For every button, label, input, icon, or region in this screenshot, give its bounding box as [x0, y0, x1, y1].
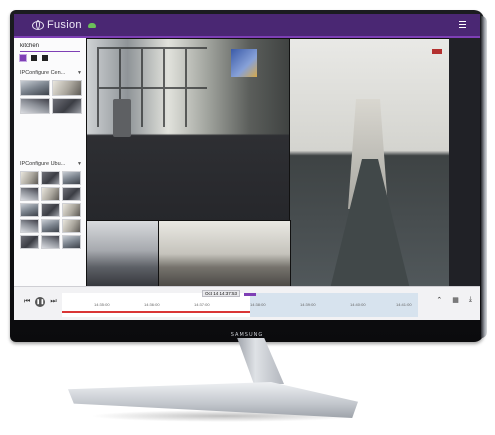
camera-scene-bin	[113, 99, 131, 137]
server-group-1[interactable]: IPConfigure Cen... ▼	[20, 69, 82, 77]
server-group-label: IPConfigure Ubu...	[20, 161, 66, 167]
app-logo[interactable]: Fusion	[32, 18, 96, 32]
camera-search-input[interactable]	[20, 41, 80, 52]
camera-thumbnails-group-1	[20, 80, 82, 114]
monitor-stand-neck	[237, 338, 284, 384]
camera-thumbnail[interactable]	[20, 80, 50, 96]
camera-scene-painting	[231, 49, 257, 77]
current-time-label: Oct 14 14:37:53	[202, 290, 241, 297]
view-mode-toolbar	[19, 54, 48, 62]
chevron-down-icon[interactable]: ▼	[77, 70, 82, 76]
camera-scene-floor	[330, 159, 410, 287]
video-pane-empty	[449, 38, 480, 286]
hamburger-menu-icon[interactable]	[459, 21, 466, 28]
camera-thumbnail[interactable]	[62, 171, 81, 185]
timeline-tick: 14:40:00	[350, 302, 366, 307]
monitor-bezel-edge	[481, 16, 487, 338]
timeline-tick: 14:41:00	[396, 302, 412, 307]
camera-thumbnail[interactable]	[52, 98, 82, 114]
timeline-tick: 14:37:00	[194, 302, 210, 307]
camera-thumbnail[interactable]	[62, 235, 81, 249]
grid-view-button[interactable]	[19, 54, 27, 62]
chevron-down-icon[interactable]: ▼	[77, 161, 82, 167]
timeline-tick: 14:35:00	[94, 302, 110, 307]
camera-thumbnail[interactable]	[41, 187, 60, 201]
timeline-right-controls: ⌃ ▦ ⤓	[436, 296, 472, 304]
app-header: Fusion	[14, 14, 480, 36]
chevron-up-icon[interactable]: ⌃	[436, 296, 442, 304]
monitor-brand: SAMSUNG	[230, 332, 264, 338]
cloud-status-icon[interactable]	[87, 22, 96, 28]
camera-thumbnail[interactable]	[20, 235, 39, 249]
timeline-tick: 14:36:00	[144, 302, 160, 307]
video-pane-entrance[interactable]	[158, 220, 291, 288]
camera-thumbnail[interactable]	[62, 203, 81, 217]
camera-thumbnail[interactable]	[20, 219, 39, 233]
skip-forward-icon[interactable]: ⏭	[50, 298, 56, 306]
camera-thumbnail[interactable]	[52, 80, 82, 96]
video-pane-lobby[interactable]	[86, 38, 291, 222]
timeline-tick: 14:38:00	[250, 302, 266, 307]
camera-thumbnail[interactable]	[20, 203, 39, 217]
camera-thumbnail[interactable]	[62, 187, 81, 201]
camera-thumbnail[interactable]	[41, 171, 60, 185]
camera-thumbnail[interactable]	[41, 219, 60, 233]
calendar-icon[interactable]: ▦	[452, 296, 459, 304]
server-group-2[interactable]: IPConfigure Ubu... ▼	[20, 160, 82, 168]
playback-controls: ⏮ ❚❚ ⏭	[24, 297, 57, 307]
download-icon[interactable]: ⤓	[469, 296, 472, 304]
screen: Fusion IPConfigure Cen... ▼ IPConfigure …	[14, 14, 480, 320]
recording-indicator	[62, 311, 250, 313]
timeline-future-region	[250, 293, 418, 317]
app-title: Fusion	[47, 19, 82, 31]
timeline-tick: 14:39:00	[300, 302, 316, 307]
playback-timeline: ⏮ ❚❚ ⏭ Oct 14 14:37:53 14:35:00 14:36:00…	[14, 286, 480, 320]
video-pane-office[interactable]	[86, 220, 160, 288]
camera-thumbnail[interactable]	[20, 98, 50, 114]
fusion-logo-icon	[32, 20, 44, 30]
list-view-button[interactable]	[42, 55, 48, 61]
camera-thumbnail[interactable]	[20, 187, 39, 201]
camera-sidebar: IPConfigure Cen... ▼ IPConfigure Ubu... …	[14, 38, 87, 286]
server-group-label: IPConfigure Cen...	[20, 70, 66, 76]
skip-back-icon[interactable]: ⏮	[24, 298, 30, 306]
video-pane-hallway[interactable]	[289, 38, 451, 288]
timeline-track[interactable]: Oct 14 14:37:53 14:35:00 14:36:00 14:37:…	[62, 290, 418, 319]
single-view-button[interactable]	[31, 55, 37, 61]
camera-thumbnail[interactable]	[20, 171, 39, 185]
camera-thumbnails-group-2	[20, 171, 81, 249]
camera-thumbnail[interactable]	[62, 219, 81, 233]
camera-thumbnail[interactable]	[41, 203, 60, 217]
pause-icon[interactable]: ❚❚	[35, 297, 46, 307]
playhead-marker[interactable]	[244, 293, 256, 296]
camera-scene-exit-sign	[432, 49, 442, 54]
camera-thumbnail[interactable]	[41, 235, 60, 249]
